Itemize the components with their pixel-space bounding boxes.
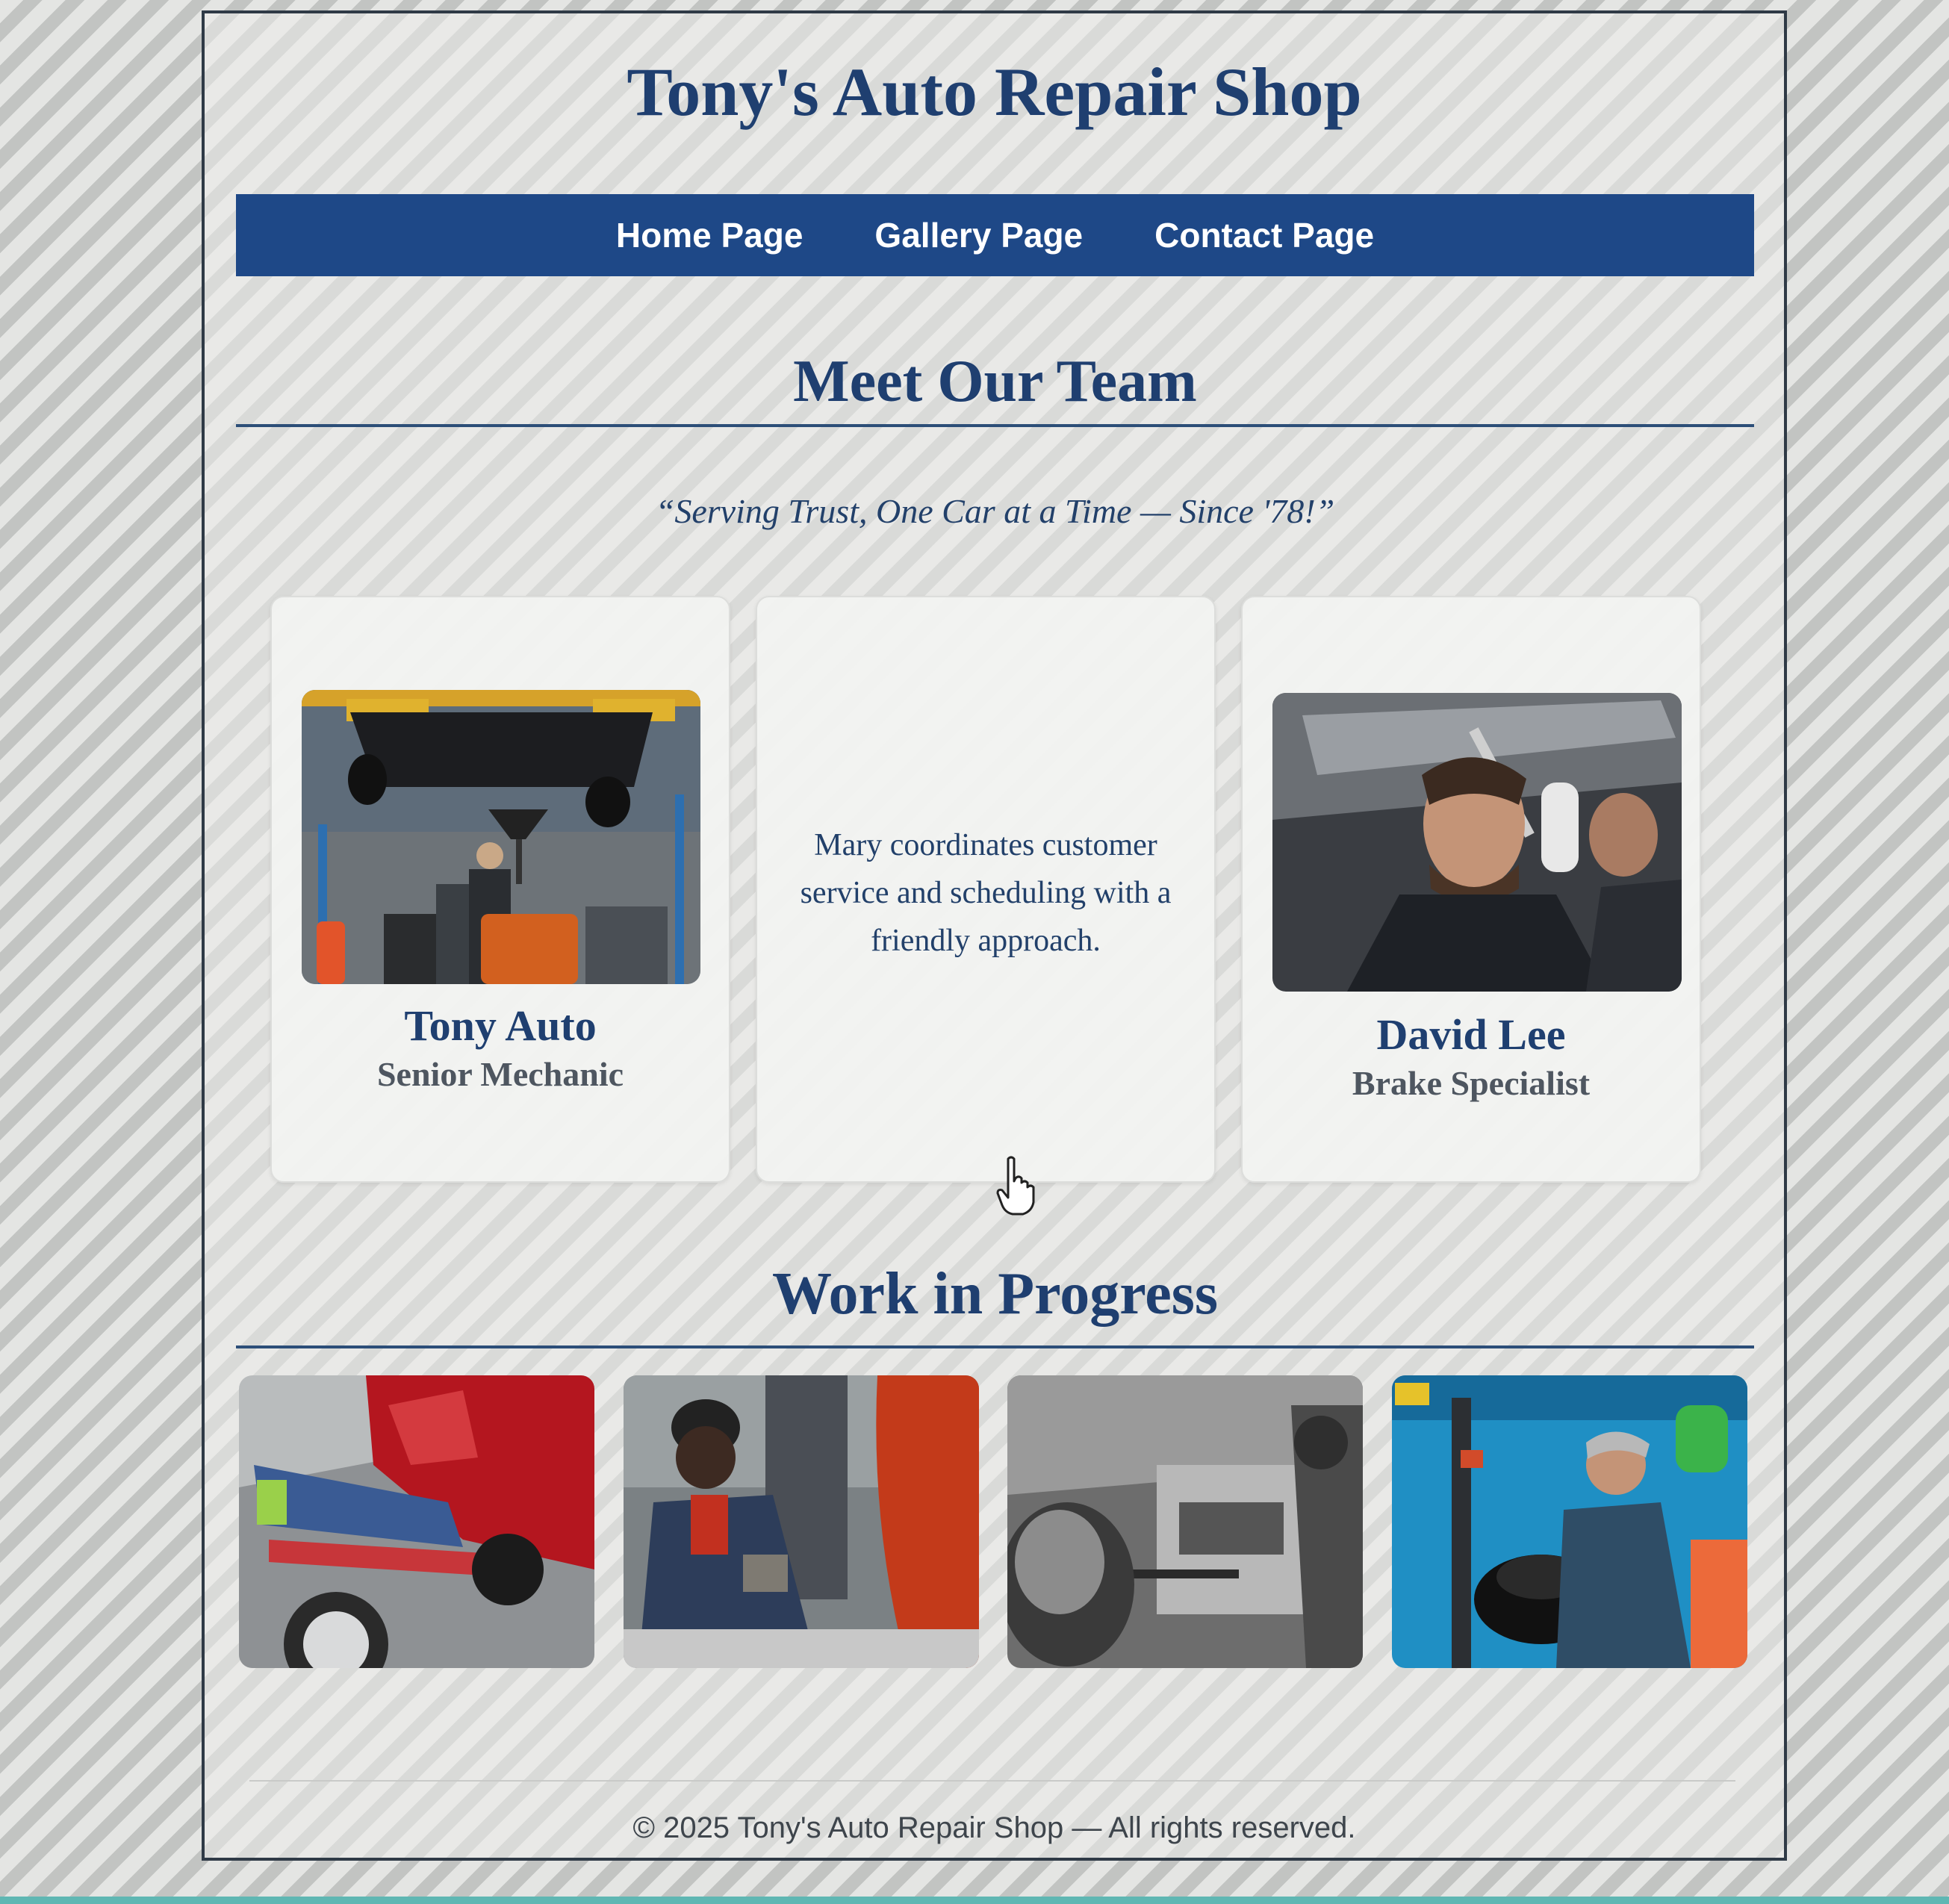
team-card-tony[interactable]: Tony Auto Senior Mechanic — [270, 596, 730, 1183]
nav-contact-link[interactable]: Contact Page — [1154, 215, 1374, 255]
team-member-bio: Mary coordinates customer service and sc… — [800, 828, 1172, 958]
mechanics-at-wheel-photo — [623, 1375, 979, 1668]
team-card-david[interactable]: David Lee Brake Specialist — [1241, 596, 1701, 1183]
main-navigation: Home Page Gallery Page Contact Page — [236, 194, 1754, 276]
gallery-photo-3[interactable] — [1007, 1375, 1364, 1668]
team-photo-david — [1272, 693, 1682, 992]
mechanic-under-car-photo — [1272, 693, 1682, 992]
gallery-photo-1[interactable] — [239, 1375, 594, 1668]
red-car-repair-photo — [239, 1375, 594, 1668]
bottom-accent-strip — [0, 1897, 1949, 1904]
gallery-photo-4[interactable] — [1391, 1375, 1747, 1668]
team-heading-divider — [236, 424, 1754, 427]
team-card-mary[interactable]: Mary coordinates customer service and sc… — [756, 596, 1216, 1183]
page-container: Tony's Auto Repair Shop Home Page Galler… — [202, 10, 1787, 1861]
team-member-role: Brake Specialist — [1352, 1064, 1591, 1102]
work-gallery — [239, 1375, 1747, 1674]
nav-home-link[interactable]: Home Page — [616, 215, 803, 255]
team-member-name: Tony Auto — [404, 1001, 597, 1050]
team-photo-tony — [302, 690, 700, 984]
work-heading-divider — [236, 1345, 1754, 1348]
garage-lift-photo — [302, 690, 700, 984]
footer-copyright: © 2025 Tony's Auto Repair Shop — All rig… — [632, 1811, 1356, 1844]
site-title: Tony's Auto Repair Shop — [627, 54, 1362, 130]
footer-divider — [249, 1780, 1735, 1782]
team-member-role: Senior Mechanic — [376, 1055, 624, 1093]
hand-pointer-cursor-icon — [996, 1156, 1035, 1216]
team-member-name: David Lee — [1376, 1010, 1566, 1059]
undercarriage-bw-photo — [1007, 1375, 1364, 1668]
gallery-photo-2[interactable] — [623, 1375, 979, 1668]
tire-service-photo — [1391, 1375, 1747, 1668]
nav-gallery-link[interactable]: Gallery Page — [874, 215, 1083, 255]
work-heading: Work in Progress — [771, 1261, 1219, 1327]
team-heading: Meet Our Team — [793, 349, 1197, 414]
team-tagline: “Serving Trust, One Car at a Time — Sinc… — [655, 492, 1335, 530]
